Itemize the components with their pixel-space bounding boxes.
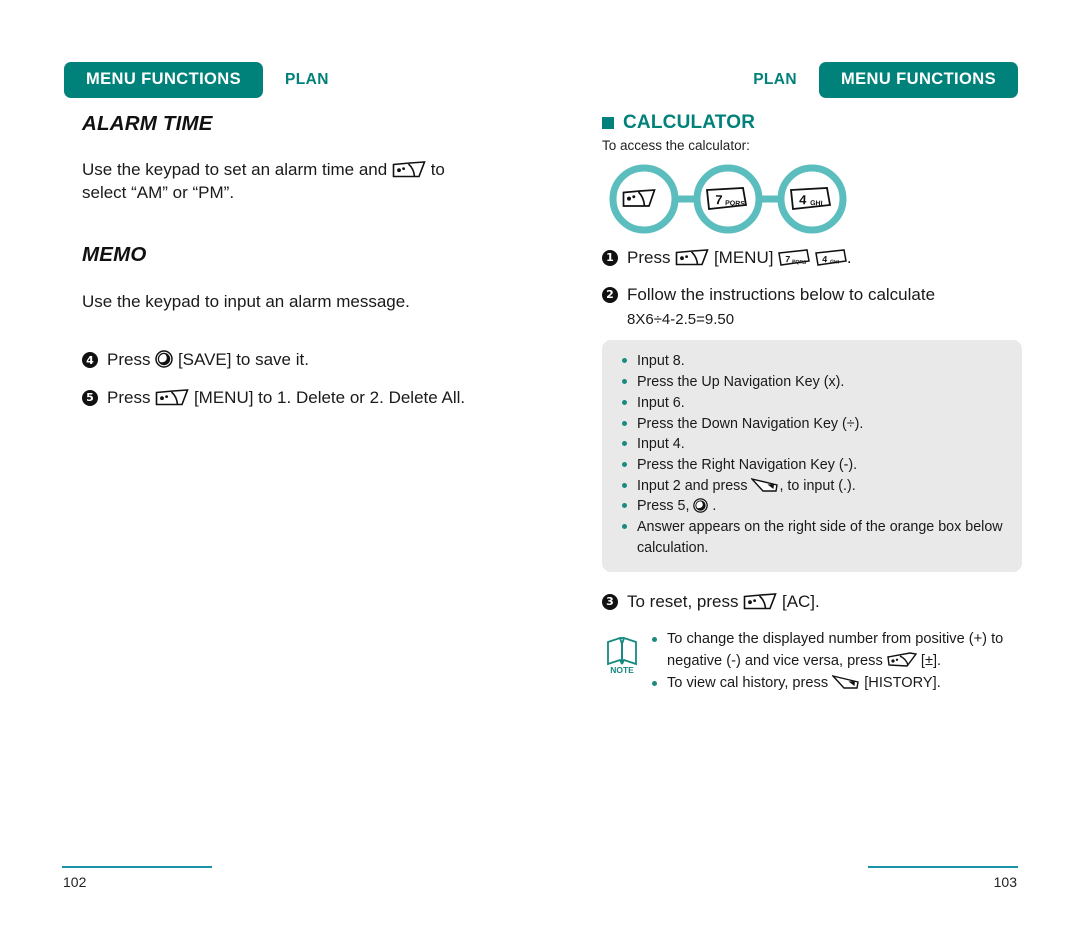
note-text-2b: [HISTORY]. bbox=[864, 675, 941, 692]
memo-paragraph: Use the keypad to input an alarm message… bbox=[82, 291, 410, 311]
square-bullet-icon bbox=[602, 117, 614, 129]
save-key-icon bbox=[693, 498, 709, 514]
right-step-1-mid: [MENU] bbox=[713, 248, 774, 267]
step-number-4: 4 bbox=[82, 352, 98, 369]
left-header-plan: PLAN bbox=[285, 70, 329, 88]
step-4-before: Press bbox=[107, 350, 151, 370]
list-item: Input 4. bbox=[618, 434, 1006, 455]
right-step-3: 3 To reset, press [AC]. bbox=[602, 590, 1022, 614]
left-page-content: ALARM TIME Use the keypad to set an alar… bbox=[82, 112, 502, 410]
right-step-2-line2: 8X6÷4-2.5=9.50 bbox=[627, 310, 735, 328]
step-5-before: Press bbox=[107, 388, 151, 408]
list-item: Input 2 and press , to input (.). bbox=[618, 476, 1006, 497]
section-title-memo: MEMO bbox=[82, 242, 147, 266]
step-5-after: [MENU] to 1. Delete or 2. Delete All. bbox=[193, 388, 466, 408]
note-text-2a: To view cal history, press bbox=[667, 675, 829, 692]
svg-text:GHI: GHI bbox=[830, 259, 840, 266]
alarm-time-paragraph: Use the keypad to set an alarm time and … bbox=[82, 158, 502, 205]
right-step-2-text: Follow the instructions below to calcula… bbox=[627, 283, 1022, 331]
note-body: To change the displayed number from posi… bbox=[648, 629, 1022, 695]
right-page-header: PLAN MENU FUNCTIONS bbox=[753, 62, 1018, 98]
step-4: 4 Press [SAVE] to save it. bbox=[82, 348, 502, 372]
list-item: Input 8. bbox=[618, 351, 1006, 372]
list-item: To change the displayed number from posi… bbox=[648, 629, 1022, 673]
svg-text:PQRS: PQRS bbox=[792, 259, 807, 266]
note-text-1a: To change the displayed number from posi… bbox=[667, 631, 1004, 648]
right-step-1: 1 Press [MENU] 7 PQRS 4 GHI . bbox=[602, 246, 1022, 270]
svg-text:GHI: GHI bbox=[810, 200, 823, 208]
key-sequence-diagram: 7 PQRS 4 GHI bbox=[602, 163, 1022, 240]
menu-key-icon bbox=[675, 249, 709, 266]
digit-4-key-icon: 4 GHI bbox=[815, 249, 847, 266]
alarm-time-text-before: Use the keypad to set an alarm time and bbox=[82, 160, 388, 179]
note-text-1c: [±]. bbox=[920, 653, 942, 670]
menu-key-icon bbox=[743, 592, 777, 610]
right-step-2: 2 Follow the instructions below to calcu… bbox=[602, 283, 1022, 331]
note-icon: NOTE bbox=[602, 633, 648, 680]
svg-text:PQRS: PQRS bbox=[725, 200, 746, 208]
right-page-content: CALCULATOR To access the calculator: 7 P… bbox=[602, 112, 1022, 695]
left-page-header: MENU FUNCTIONS PLAN bbox=[64, 62, 329, 98]
calculator-intro: To access the calculator: bbox=[602, 138, 750, 153]
right-header-plan: PLAN bbox=[753, 70, 797, 88]
list-item: Press the Right Navigation Key (-). bbox=[618, 455, 1006, 476]
step-5-text: Press [MENU] to 1. Delete or 2. Delete A… bbox=[107, 386, 502, 410]
list-item: Input 6. bbox=[618, 393, 1006, 414]
instruction-bullet-list: Input 8. Press the Up Navigation Key (x)… bbox=[618, 351, 1006, 558]
calculator-heading: CALCULATOR bbox=[602, 112, 1022, 134]
right-step-3-after: [AC]. bbox=[781, 591, 820, 611]
list-item-text-a: Press 5, bbox=[637, 498, 690, 515]
right-step-1-before: Press bbox=[627, 248, 671, 267]
list-item-text-b: . bbox=[712, 498, 717, 515]
history-key-icon bbox=[832, 675, 860, 690]
history-key-icon bbox=[751, 477, 779, 493]
svg-text:7: 7 bbox=[715, 192, 723, 207]
svg-text:4: 4 bbox=[822, 254, 828, 264]
alarm-time-line2: select “AM” or “PM”. bbox=[82, 183, 235, 203]
svg-text:NOTE: NOTE bbox=[610, 665, 634, 675]
left-footer-rule bbox=[62, 866, 212, 868]
step-5: 5 Press [MENU] to 1. Delete or 2. Delete… bbox=[82, 386, 502, 410]
left-page-number: 102 bbox=[63, 874, 87, 890]
list-item: To view cal history, press [HISTORY]. bbox=[648, 673, 1022, 695]
note-block: NOTE To change the displayed number from… bbox=[602, 629, 1022, 695]
list-item-text-b: , to input (.). bbox=[779, 477, 856, 494]
alarm-time-text-after: to bbox=[430, 160, 445, 179]
note-bullet-list: To change the displayed number from posi… bbox=[648, 629, 1022, 695]
save-key-icon bbox=[155, 350, 173, 369]
right-step-number-3: 3 bbox=[602, 593, 618, 610]
right-step-2-line1: Follow the instructions below to calcula… bbox=[627, 284, 936, 304]
right-header-tag: MENU FUNCTIONS bbox=[818, 62, 1018, 98]
svg-text:7: 7 bbox=[785, 254, 791, 264]
step-number-5: 5 bbox=[82, 390, 98, 407]
manual-spread: MENU FUNCTIONS PLAN ALARM TIME Use the k… bbox=[0, 0, 1080, 932]
list-item: Answer appears on the right side of the … bbox=[618, 517, 1006, 558]
right-step-3-text: To reset, press [AC]. bbox=[627, 590, 1022, 614]
right-step-1-after: . bbox=[846, 248, 852, 267]
right-step-3-before: To reset, press bbox=[627, 591, 739, 611]
right-step-1-text: Press [MENU] 7 PQRS 4 GHI . bbox=[627, 246, 1022, 270]
calculator-heading-text: CALCULATOR bbox=[623, 112, 756, 133]
left-header-tag: MENU FUNCTIONS bbox=[64, 62, 264, 98]
instruction-box: Input 8. Press the Up Navigation Key (x)… bbox=[602, 340, 1022, 572]
list-item-text-a: Input 2 and press bbox=[637, 477, 748, 494]
list-item: Press 5, . bbox=[618, 496, 1006, 517]
step-4-after: [SAVE] to save it. bbox=[177, 350, 309, 370]
step-4-text: Press [SAVE] to save it. bbox=[107, 348, 502, 372]
plus-minus-key-icon bbox=[887, 652, 917, 668]
right-footer-rule bbox=[868, 866, 1018, 868]
list-item: Press the Down Navigation Key (÷). bbox=[618, 414, 1006, 435]
note-text-1b: negative (-) and vice versa, press bbox=[667, 653, 883, 670]
section-title-alarm-time: ALARM TIME bbox=[82, 112, 213, 135]
right-step-number-2: 2 bbox=[602, 286, 618, 303]
right-step-number-1: 1 bbox=[602, 250, 618, 266]
menu-key-icon bbox=[155, 389, 189, 406]
list-item: Press the Up Navigation Key (x). bbox=[618, 372, 1006, 393]
digit-7-key-icon: 7 PQRS bbox=[778, 249, 811, 266]
right-page-number: 103 bbox=[993, 874, 1017, 890]
soft-key-icon bbox=[392, 161, 426, 178]
